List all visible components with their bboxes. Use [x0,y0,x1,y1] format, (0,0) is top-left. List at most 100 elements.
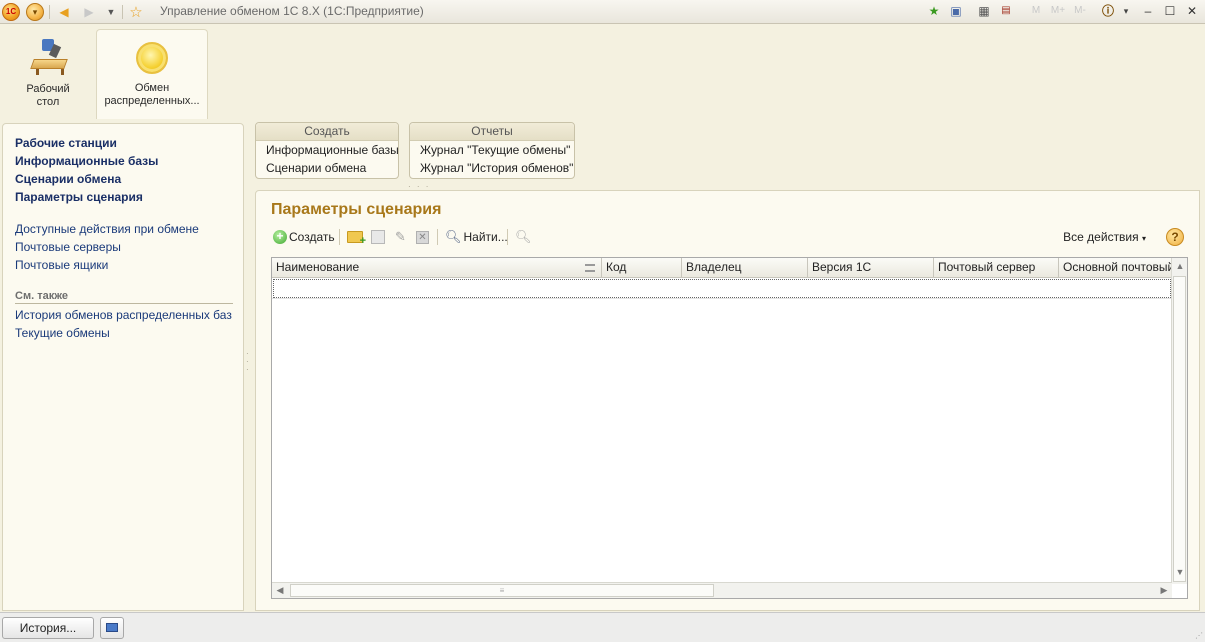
all-actions-label: Все действия [1063,230,1139,244]
delete-icon: ✕ [416,230,429,244]
create-scenario-link[interactable]: Сценарии обмена [256,159,398,177]
monitor-icon [106,623,118,632]
form-toolbar: + Создать ✎ ✕ 🔍︎ Найти... 🔍︎ Все действи… [271,227,1186,247]
app-logo-icon[interactable]: 1С [2,3,20,21]
calculator-icon[interactable]: ▦ [976,3,992,19]
all-actions-menu[interactable]: Все действия ▾ [1063,227,1146,247]
nav-link-mail-servers[interactable]: Почтовые серверы [15,240,121,254]
separator [122,5,123,19]
cancel-search-button[interactable]: 🔍︎ [515,227,534,247]
nav-link-current-exchanges[interactable]: Текущие обмены [15,326,110,340]
section-label: Обмен распределенных... [104,82,200,107]
calendar-icon[interactable]: ▤ [998,3,1014,19]
reports-command-group: Отчеты Журнал "Текущие обмены" Журнал "И… [409,122,575,179]
memory-m-icon[interactable]: M [1028,3,1044,19]
copy-button[interactable] [371,227,385,247]
desk-icon [28,37,68,77]
group-header: Отчеты [410,123,574,141]
column-header-1c-version[interactable]: Версия 1С [808,258,934,278]
form-title: Параметры сценария [271,201,442,218]
nav-link-exchange-history[interactable]: История обменов распределенных баз [15,308,232,322]
scroll-thumb[interactable]: ≡ [290,584,714,597]
separator [437,229,438,245]
favorite-star-icon[interactable]: ☆ [127,3,145,21]
status-bar: История... ⋰ [0,612,1205,642]
report-exchange-history-link[interactable]: Журнал "История обменов" [410,159,574,177]
close-icon[interactable]: ✕ [1184,3,1200,19]
navigation-panel: Рабочие станции Информационные базы Сцен… [2,123,244,611]
add-folder-icon [347,231,366,247]
copy-icon [371,230,385,244]
history-button[interactable]: История... [2,617,94,639]
table-header: Наименование Код Владелец Версия 1С Почт… [272,258,1172,278]
report-current-exchanges-link[interactable]: Журнал "Текущие обмены" [410,141,574,159]
section-desktop[interactable]: Рабочий стол [0,29,104,119]
scroll-thumb[interactable] [1173,276,1186,582]
minimize-icon[interactable]: – [1140,3,1156,19]
panel-splitter[interactable]: · · · [246,350,250,380]
title-bar: 1С ▾ ◀ ▶ ▼ ☆ Управление обменом 1С 8.X (… [0,0,1205,24]
separator [507,229,508,245]
form-scenario-parameters: Параметры сценария + Создать ✎ ✕ 🔍︎ Найт… [255,190,1200,611]
section-distributed-exchange[interactable]: Обмен распределенных... [96,29,208,119]
section-label: Рабочий стол [26,83,70,108]
document-icon[interactable]: ▣ [948,3,964,19]
scroll-right-icon[interactable]: ▶ [1156,583,1172,599]
forward-arrow-icon[interactable]: ▶ [80,3,98,21]
column-header-mail-server[interactable]: Почтовый сервер [934,258,1059,278]
cancel-search-icon: 🔍︎ [515,229,532,244]
plus-icon: + [273,230,287,244]
column-header-main-mailbox[interactable]: Основной почтовый ... [1059,258,1172,278]
info-icon[interactable]: ⓘ [1100,3,1116,19]
sort-icon [585,264,595,272]
memory-m-minus-icon[interactable]: M- [1072,3,1088,19]
group-header: Создать [256,123,398,141]
nav-link-mailboxes[interactable]: Почтовые ящики [15,258,108,272]
scroll-left-icon[interactable]: ◀ [272,583,288,599]
memory-m-plus-icon[interactable]: M+ [1050,3,1066,19]
separator [49,5,50,19]
sections-panel: Рабочий стол Обмен распределенных... [0,25,1200,121]
see-also-heading: См. также [15,290,68,302]
nav-link-infobases[interactable]: Информационные базы [15,154,158,168]
column-header-code[interactable]: Код [602,258,682,278]
help-icon[interactable]: ? [1166,228,1184,246]
scenario-parameters-table[interactable]: Наименование Код Владелец Версия 1С Почт… [271,257,1188,599]
create-button[interactable]: + Создать [273,227,335,247]
delete-button[interactable]: ✕ [416,227,429,247]
create-button-label: Создать [289,230,335,244]
pencil-icon: ✎ [395,229,406,244]
nav-link-workstations[interactable]: Рабочие станции [15,136,117,150]
back-arrow-icon[interactable]: ◀ [55,3,73,21]
create-group-button[interactable] [347,227,366,247]
windows-list-button[interactable] [100,617,124,639]
vertical-scrollbar[interactable]: ▲ ▼ [1171,258,1187,584]
table-row[interactable] [273,279,1171,298]
scroll-up-icon[interactable]: ▲ [1172,258,1188,274]
find-button-label: Найти... [463,230,508,244]
nav-link-scenario-parameters[interactable]: Параметры сценария [15,190,143,204]
horizontal-scrollbar[interactable]: ◀ ≡ ▶ [272,582,1172,598]
window-title: Управление обменом 1С 8.X (1С:Предприяти… [160,4,424,18]
maximize-icon[interactable]: ☐ [1162,3,1178,19]
scroll-down-icon[interactable]: ▼ [1172,564,1188,580]
coin-icon [136,42,168,74]
main-menu-icon[interactable]: ▾ [26,3,44,21]
create-command-group: Создать Информационные базы Сценарии обм… [255,122,399,179]
divider [15,303,233,304]
column-header-owner[interactable]: Владелец [682,258,808,278]
separator [339,229,340,245]
nav-link-exchange-scenarios[interactable]: Сценарии обмена [15,172,121,186]
search-icon: 🔍︎ [445,229,462,244]
info-dropdown-icon[interactable]: ▾ [1118,3,1134,19]
find-button[interactable]: 🔍︎ Найти... [445,227,508,247]
create-infobase-link[interactable]: Информационные базы [256,141,399,159]
window-resize-grip[interactable]: ⋰ [1195,631,1203,640]
add-favorite-icon[interactable]: ★ [926,3,942,19]
nav-link-available-actions[interactable]: Доступные действия при обмене [15,222,199,236]
history-dropdown-icon[interactable]: ▼ [102,3,120,21]
edit-button[interactable]: ✎ [395,227,406,247]
row-divider [272,298,1172,299]
chevron-down-icon: ▾ [1141,234,1146,243]
column-header-name[interactable]: Наименование [272,258,602,278]
